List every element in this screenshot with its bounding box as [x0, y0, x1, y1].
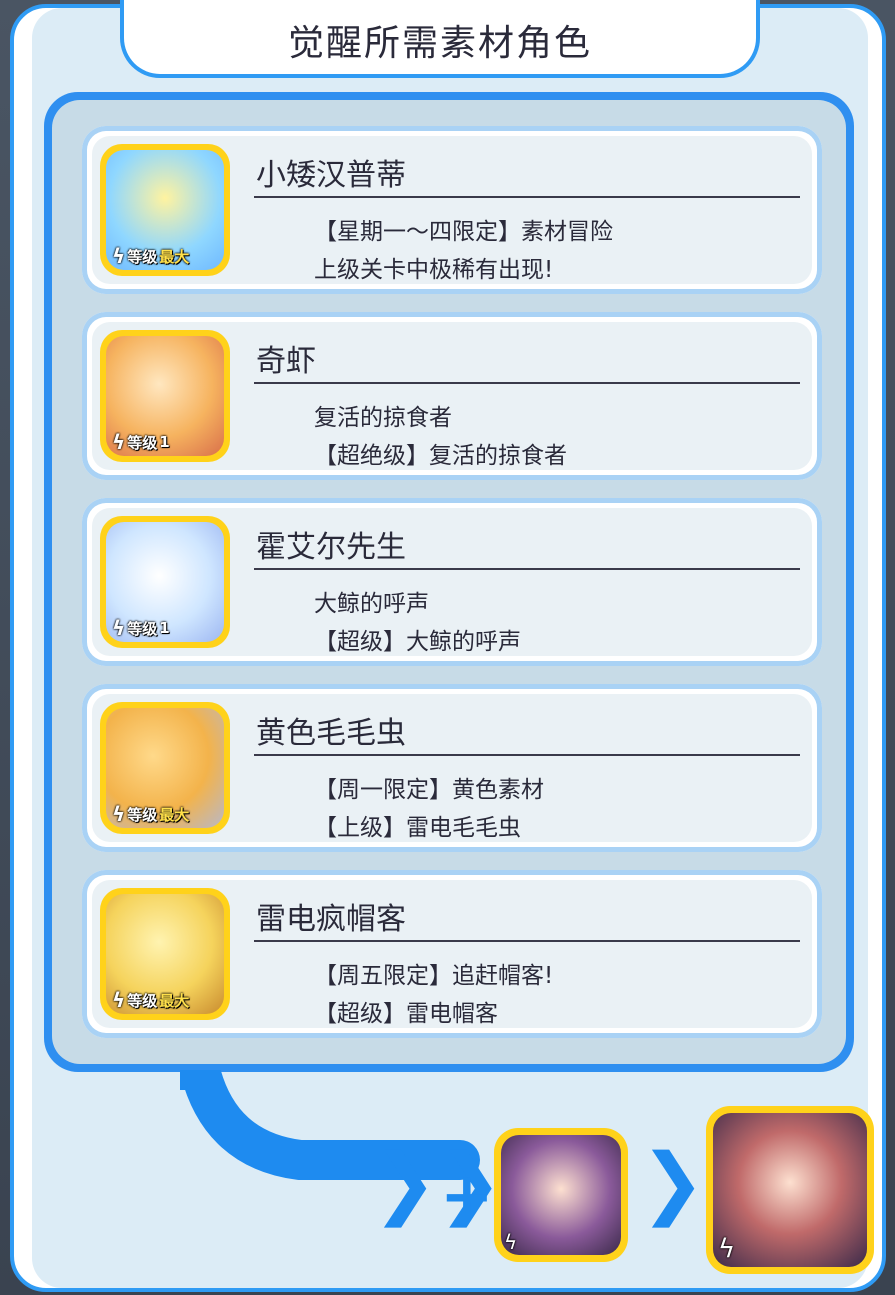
level-value: 最大 [159, 805, 190, 824]
materials-list: ϟ 等级 最大 小矮汉普蒂 【星期一～四限定】素材冒险 上级关卡中极稀有出现! … [44, 92, 854, 1072]
lightning-icon: ϟ [112, 616, 126, 640]
level-label: 等级 [127, 247, 158, 266]
level-badge: ϟ 等级 最大 [108, 244, 193, 268]
level-value: 最大 [159, 247, 190, 266]
level-label: 等级 [127, 619, 158, 638]
lightning-icon: ϟ [718, 1234, 736, 1264]
level-badge: ϟ 等级 1 [108, 616, 174, 640]
material-row[interactable]: ϟ 等级 最大 小矮汉普蒂 【星期一～四限定】素材冒险 上级关卡中极稀有出现! [82, 126, 822, 294]
plus-icon: + [440, 1160, 494, 1234]
lightning-icon: ϟ [112, 802, 126, 826]
title-tab: 觉醒所需素材角色 [120, 0, 760, 78]
level-badge: ϟ 等级 1 [108, 430, 174, 454]
source-line-2: 【超级】雷电帽客 [314, 1001, 498, 1027]
level-label: 等级 [127, 805, 158, 824]
awaken-source-character[interactable]: ϟ [494, 1128, 628, 1262]
source-line-1: 【周一限定】黄色素材 [314, 777, 544, 803]
divider [254, 754, 800, 756]
level-label: 等级 [127, 991, 158, 1010]
divider [254, 940, 800, 942]
divider [254, 382, 800, 384]
materials-list-inner: ϟ 等级 最大 小矮汉普蒂 【星期一～四限定】素材冒险 上级关卡中极稀有出现! … [52, 100, 846, 1064]
level-label: 等级 [127, 433, 158, 452]
material-row[interactable]: ϟ 等级 1 奇虾 复活的掠食者 【超绝级】复活的掠食者 [82, 312, 822, 480]
page-title: 觉醒所需素材角色 [287, 23, 592, 64]
character-thumbnail[interactable]: ϟ 等级 1 [100, 330, 230, 462]
character-name: 霍艾尔先生 [256, 530, 406, 565]
material-row[interactable]: ϟ 等级 最大 雷电疯帽客 【周五限定】追赶帽客! 【超级】雷电帽客 [82, 870, 822, 1038]
lightning-icon: ϟ [112, 430, 126, 454]
level-value: 1 [159, 619, 170, 637]
character-name: 奇虾 [256, 344, 316, 379]
divider [254, 196, 800, 198]
character-art [713, 1113, 867, 1267]
character-name: 雷电疯帽客 [256, 902, 406, 937]
material-row[interactable]: ϟ 等级 1 霍艾尔先生 大鲸的呼声 【超级】大鲸的呼声 [82, 498, 822, 666]
material-row[interactable]: ϟ 等级 最大 黄色毛毛虫 【周一限定】黄色素材 【上级】雷电毛毛虫 [82, 684, 822, 852]
source-line-1: 【周五限定】追赶帽客! [314, 963, 554, 989]
source-line-2: 【超级】大鲸的呼声 [314, 629, 521, 655]
lightning-icon: ϟ [504, 1230, 518, 1254]
character-thumbnail[interactable]: ϟ 等级 最大 [100, 144, 230, 276]
character-thumbnail[interactable]: ϟ 等级 最大 [100, 702, 230, 834]
lightning-icon: ϟ [112, 988, 126, 1012]
divider [254, 568, 800, 570]
source-line-1: 【星期一～四限定】素材冒险 [314, 219, 613, 245]
level-value: 1 [159, 433, 170, 451]
source-line-1: 复活的掠食者 [314, 405, 452, 431]
awaken-result-character[interactable]: ϟ [706, 1106, 874, 1274]
level-value: 最大 [159, 991, 190, 1010]
character-art [501, 1135, 621, 1255]
level-badge: ϟ 等级 最大 [108, 988, 193, 1012]
level-badge: ϟ 等级 最大 [108, 802, 193, 826]
source-line-2: 上级关卡中极稀有出现! [314, 257, 554, 283]
character-thumbnail[interactable]: ϟ 等级 1 [100, 516, 230, 648]
source-line-2: 【上级】雷电毛毛虫 [314, 815, 521, 841]
source-line-2: 【超绝级】复活的掠食者 [314, 443, 567, 469]
character-thumbnail[interactable]: ϟ 等级 最大 [100, 888, 230, 1020]
source-line-1: 大鲸的呼声 [314, 591, 429, 617]
lightning-icon: ϟ [112, 244, 126, 268]
character-name: 黄色毛毛虫 [256, 716, 406, 751]
character-name: 小矮汉普蒂 [256, 158, 406, 193]
